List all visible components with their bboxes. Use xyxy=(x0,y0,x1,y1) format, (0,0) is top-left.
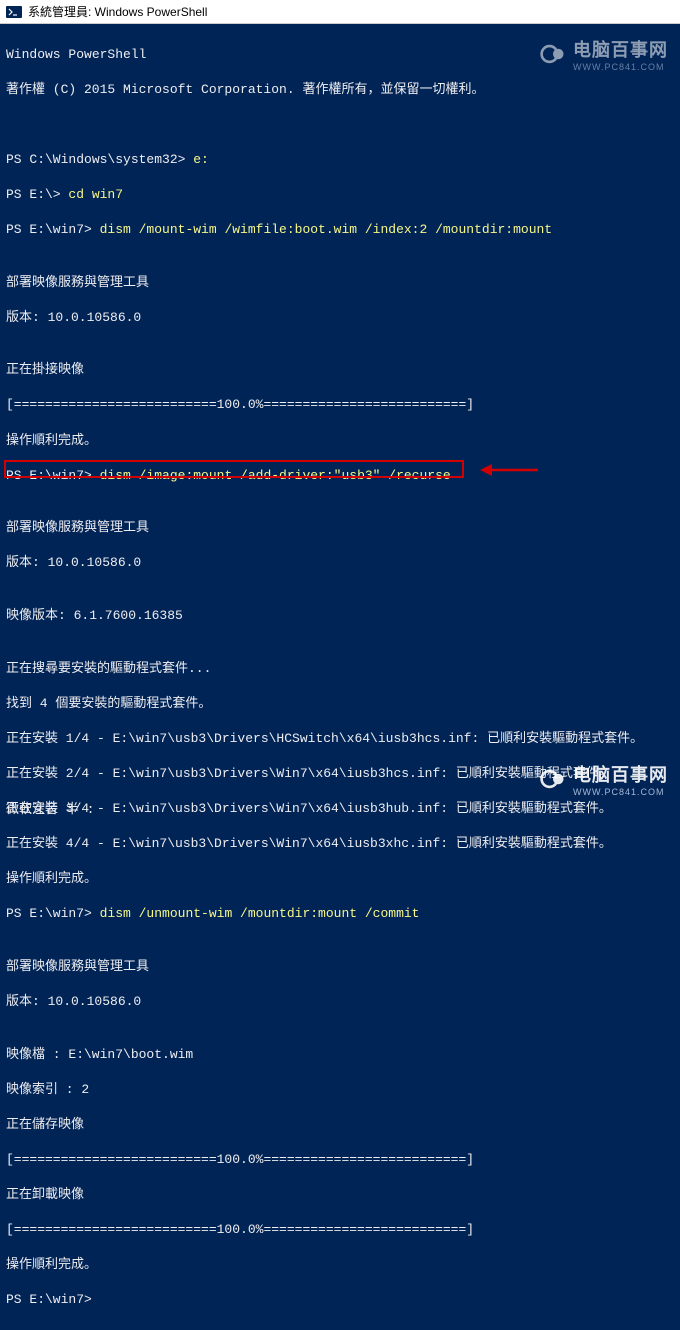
dism-version: 版本: 10.0.10586.0 xyxy=(6,309,674,327)
cmd-line-3: PS E:\win7> dism /mount-wim /wimfile:boo… xyxy=(6,221,674,239)
image-index: 映像索引 : 2 xyxy=(6,1081,674,1099)
ps-header: Windows PowerShell xyxy=(6,46,674,64)
powershell-icon xyxy=(6,4,22,20)
mounting: 正在掛接映像 xyxy=(6,361,674,379)
cmd-line-highlighted: PS E:\win7> dism /unmount-wim /mountdir:… xyxy=(6,905,674,923)
titlebar-text: 系統管理員: Windows PowerShell xyxy=(28,3,207,20)
image-version: 映像版本: 6.1.7600.16385 xyxy=(6,607,674,625)
progress-bar: [==========================100.0%=======… xyxy=(6,1221,674,1239)
image-file: 映像檔 : E:\win7\boot.wim xyxy=(6,1046,674,1064)
ime-status: 微軟注音 半 : xyxy=(6,798,94,817)
progress-bar: [==========================100.0%=======… xyxy=(6,1151,674,1169)
cmd-line-1: PS C:\Windows\system32> e: xyxy=(6,151,674,169)
install-1: 正在安裝 1/4 - E:\win7\usb3\Drivers\HCSwitch… xyxy=(6,730,674,748)
progress-bar: [==========================100.0%=======… xyxy=(6,396,674,414)
ps-copyright: 著作權 (C) 2015 Microsoft Corporation. 著作權所… xyxy=(6,81,674,99)
titlebar: 系統管理員: Windows PowerShell xyxy=(0,0,680,24)
final-prompt: PS E:\win7> xyxy=(6,1291,674,1309)
cmd-line-2: PS E:\> cd win7 xyxy=(6,186,674,204)
dism-title: 部署映像服務與管理工具 xyxy=(6,274,674,292)
cmd-line-4: PS E:\win7> dism /image:mount /add-drive… xyxy=(6,467,674,485)
install-2: 正在安裝 2/4 - E:\win7\usb3\Drivers\Win7\x64… xyxy=(6,765,674,783)
success: 操作順利完成。 xyxy=(6,432,674,450)
terminal-output[interactable]: Windows PowerShell 著作權 (C) 2015 Microsof… xyxy=(0,24,680,1330)
install-3: 正在安裝 3/4 - E:\win7\usb3\Drivers\Win7\x64… xyxy=(6,800,674,818)
install-4: 正在安裝 4/4 - E:\win7\usb3\Drivers\Win7\x64… xyxy=(6,835,674,853)
